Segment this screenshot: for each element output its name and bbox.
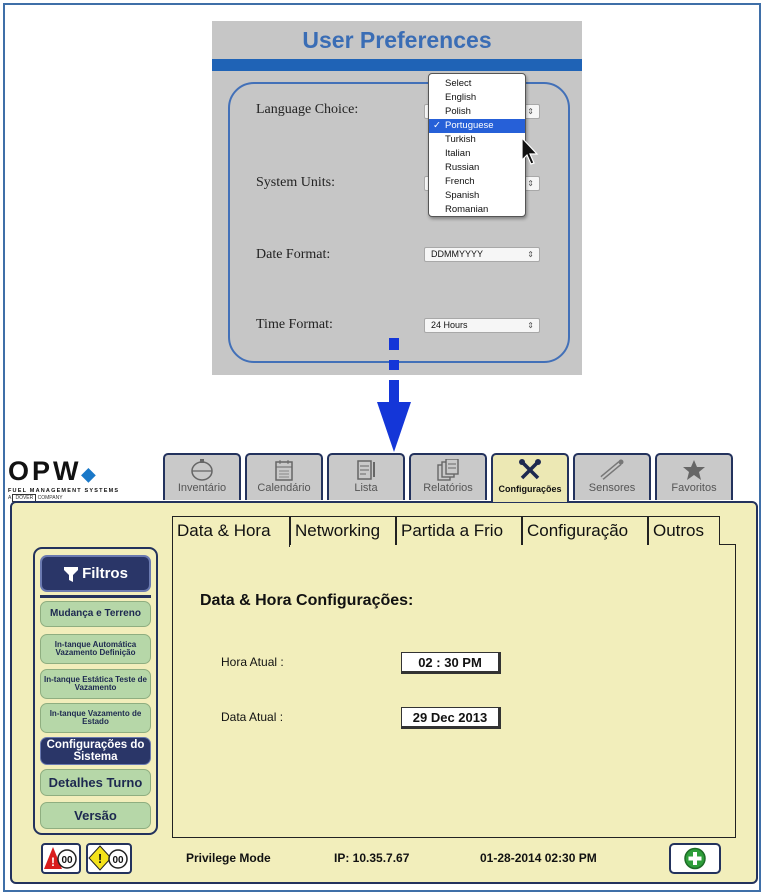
subtab-networking[interactable]: Networking xyxy=(290,516,396,545)
select-arrows-icon: ⇕ xyxy=(527,107,534,116)
logo-name: OPW xyxy=(8,456,82,486)
sidebar-item-mudanca-terreno[interactable]: Mudança e Terreno xyxy=(40,601,151,627)
mouse-cursor-icon xyxy=(521,136,539,165)
current-date-field[interactable]: 29 Dec 2013 xyxy=(401,707,501,729)
reports-icon xyxy=(437,459,459,481)
subtab-partida-frio[interactable]: Partida a Frio xyxy=(396,516,522,545)
ip-address-status: IP: 10.35.7.67 xyxy=(334,851,410,865)
filter-label: Filtros xyxy=(82,565,128,582)
add-button[interactable] xyxy=(669,843,721,874)
svg-text:!: ! xyxy=(51,855,55,869)
svg-text:!: ! xyxy=(98,851,102,866)
settings-content-panel xyxy=(172,544,736,838)
plus-circle-icon xyxy=(684,847,706,870)
time-format-label: Time Format: xyxy=(256,317,333,332)
subtab-data-hora[interactable]: Data & Hora xyxy=(172,516,290,547)
sensor-icon xyxy=(600,459,624,480)
subtab-outros[interactable]: Outros xyxy=(648,516,720,545)
system-units-label: System Units: xyxy=(256,175,335,190)
language-option-polish[interactable]: Polish xyxy=(429,105,525,119)
alarm-counter-button[interactable]: ! 00 xyxy=(41,843,81,874)
language-option-english[interactable]: English xyxy=(429,91,525,105)
star-icon xyxy=(683,460,705,480)
select-arrows-icon: ⇕ xyxy=(527,250,534,259)
date-format-label: Date Format: xyxy=(256,247,331,262)
sidebar-item-leak-status[interactable]: In-tanque Vazamento de Estado xyxy=(40,703,151,733)
section-heading: Data & Hora Configurações: xyxy=(200,592,414,609)
language-option-russian[interactable]: Russian xyxy=(429,161,525,175)
alarm-triangle-icon: ! 00 xyxy=(44,847,77,869)
date-format-value: DDMMYYYY xyxy=(431,249,484,259)
tab-label: Relatórios xyxy=(423,482,473,494)
tab-relatorios[interactable]: Relatórios xyxy=(409,453,487,500)
sidebar-item-version[interactable]: Versão xyxy=(40,802,151,829)
down-arrow-icon xyxy=(377,338,411,452)
tab-calendario[interactable]: Calendário xyxy=(245,453,323,500)
language-option-select[interactable]: Select xyxy=(429,77,525,91)
tools-icon xyxy=(519,459,541,480)
current-time-field[interactable]: 02 : 30 PM xyxy=(401,652,501,674)
language-option-portuguese[interactable]: ✓ Portuguese xyxy=(429,119,525,133)
language-option-italian[interactable]: Italian xyxy=(429,147,525,161)
warning-counter-button[interactable]: ! 00 xyxy=(86,843,132,874)
prefs-title: User Preferences xyxy=(302,27,492,53)
tab-label: Lista xyxy=(354,482,378,494)
calendar-icon xyxy=(275,460,293,481)
tank-icon xyxy=(191,459,213,481)
current-time-label: Hora Atual : xyxy=(221,655,284,669)
current-date-label: Data Atual : xyxy=(221,710,284,724)
language-option-romanian[interactable]: Romanian xyxy=(429,203,525,217)
language-option-spanish[interactable]: Spanish xyxy=(429,189,525,203)
tab-label: Favoritos xyxy=(671,482,717,494)
tab-sensores[interactable]: Sensores xyxy=(573,453,651,500)
warning-diamond-icon: ! 00 xyxy=(88,845,128,871)
sidebar-item-system-config[interactable]: Configurações do Sistema xyxy=(40,737,151,765)
alarm-count: 00 xyxy=(61,855,73,866)
date-format-select[interactable]: DDMMYYYY ⇕ xyxy=(424,247,540,262)
time-format-value: 24 Hours xyxy=(431,320,468,330)
date-time-status: 01-28-2014 02:30 PM xyxy=(480,851,597,865)
tab-label: Inventário xyxy=(177,482,227,494)
logo-mark-icon: ◆ xyxy=(81,464,99,484)
sidebar-item-shift-details[interactable]: Detalhes Turno xyxy=(40,769,151,796)
language-option-label: Portuguese xyxy=(445,120,494,131)
warning-count: 00 xyxy=(112,855,124,866)
tab-configuracoes[interactable]: Configurações xyxy=(491,453,569,502)
time-format-select[interactable]: 24 Hours ⇕ xyxy=(424,318,540,333)
language-option-french[interactable]: French xyxy=(429,175,525,189)
privilege-mode-status: Privilege Mode xyxy=(186,851,271,865)
sidebar-item-static-leak-test[interactable]: In-tanque Estática Teste de Vazamento xyxy=(40,669,151,699)
tab-label: Configurações xyxy=(498,484,562,494)
language-option-turkish[interactable]: Turkish xyxy=(429,133,525,147)
tab-label: Sensores xyxy=(588,482,636,494)
subtab-configuracao[interactable]: Configuração xyxy=(522,516,648,545)
prefs-title-bar xyxy=(212,59,582,71)
opw-logo: OPW◆ FUEL MANAGEMENT SYSTEMS A DOVER COM… xyxy=(8,456,156,502)
check-mark-icon: ✓ xyxy=(433,120,441,131)
sidebar-item-automatic-leak[interactable]: In-tanque Automática Vazamento Definição xyxy=(40,634,151,664)
tab-label: Calendário xyxy=(257,482,311,494)
tab-favoritos[interactable]: Favoritos xyxy=(655,453,733,500)
tab-inventario[interactable]: Inventário xyxy=(163,453,241,500)
sidebar-divider xyxy=(40,595,151,598)
filter-funnel-icon xyxy=(64,566,79,582)
select-arrows-icon: ⇕ xyxy=(527,179,534,188)
tab-lista[interactable]: Lista xyxy=(327,453,405,500)
filter-button[interactable]: Filtros xyxy=(40,555,151,592)
select-arrows-icon: ⇕ xyxy=(527,321,534,330)
language-choice-label: Language Choice: xyxy=(256,102,359,117)
logo-parent-prefix: A xyxy=(8,495,12,501)
list-icon xyxy=(357,460,375,480)
language-dropdown-menu[interactable]: Select English Polish ✓ Portuguese Turkis… xyxy=(428,73,526,217)
